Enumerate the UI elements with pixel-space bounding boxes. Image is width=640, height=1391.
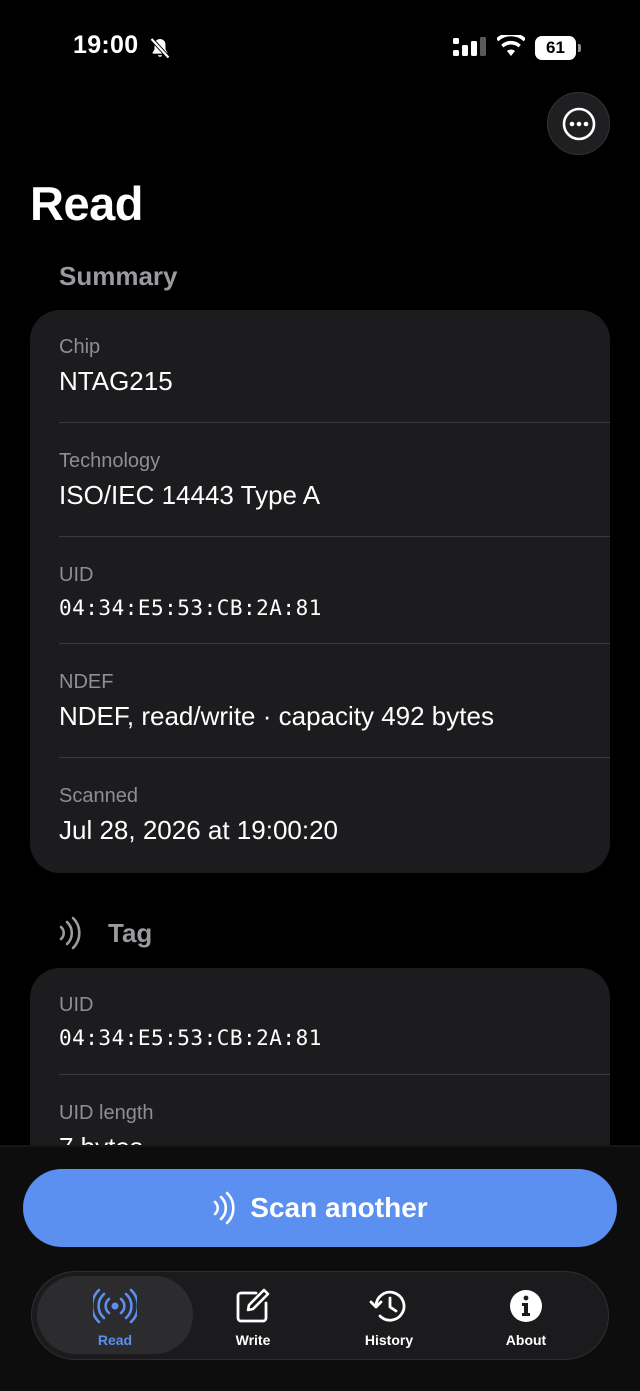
tab-label: History xyxy=(364,1332,414,1348)
row-value: ISO/IEC 14443 Type A xyxy=(59,480,321,510)
row-value: NTAG215 xyxy=(59,366,173,396)
square-pencil-icon xyxy=(236,1288,270,1323)
scan-another-label: Scan another xyxy=(250,1192,428,1223)
row-label: Technology xyxy=(59,450,161,472)
nfc-waves-icon xyxy=(213,1191,235,1225)
screen: 19:00 61 Read Summary Chip NTAG215 Techn… xyxy=(0,0,640,1391)
tab-label: Read xyxy=(97,1332,133,1348)
more-options-button[interactable] xyxy=(547,92,610,155)
row-label: Chip xyxy=(59,336,101,358)
row-label: UID length xyxy=(59,1102,154,1124)
row-value: NDEF, read/write · capacity 492 bytes xyxy=(59,701,494,731)
battery-indicator: 61 xyxy=(535,36,581,60)
tab-read[interactable]: Read xyxy=(37,1276,193,1354)
summary-card: Chip NTAG215 Technology ISO/IEC 14443 Ty… xyxy=(30,310,610,873)
wifi-icon xyxy=(497,35,525,56)
clock-history-icon xyxy=(369,1290,406,1322)
cellular-signal-icon xyxy=(453,37,486,56)
uid-value: 04:34:E5:53:CB:2A:81 xyxy=(59,1026,322,1050)
tag-section-header: Tag xyxy=(58,916,152,950)
tag-section-title: Tag xyxy=(108,917,153,948)
uid-value: 04:34:E5:53:CB:2A:81 xyxy=(59,596,322,620)
row-label: UID xyxy=(59,564,94,586)
tab-label: Write xyxy=(235,1332,271,1348)
battery-level: 61 xyxy=(546,38,565,57)
status-time: 19:00 xyxy=(73,31,139,59)
tab-write[interactable]: Write xyxy=(185,1272,321,1358)
ellipsis-circle-icon xyxy=(562,107,595,140)
page-title: Read xyxy=(30,177,143,230)
summary-section-title: Summary xyxy=(59,261,178,291)
divider xyxy=(59,422,610,423)
row-label: UID xyxy=(59,994,94,1016)
nfc-read-icon xyxy=(93,1288,137,1324)
tab-history[interactable]: History xyxy=(321,1272,457,1358)
bell-slash-icon xyxy=(150,37,170,59)
divider xyxy=(59,757,610,758)
scan-another-button[interactable]: Scan another xyxy=(23,1169,617,1247)
divider xyxy=(59,1074,610,1075)
row-label: Scanned xyxy=(59,785,138,807)
row-label: NDEF xyxy=(59,671,114,693)
tab-about[interactable]: About xyxy=(458,1272,594,1358)
status-bar: 19:00 61 xyxy=(0,0,640,96)
row-value: Jul 28, 2026 at 19:00:20 xyxy=(59,815,339,845)
divider xyxy=(59,536,610,537)
divider xyxy=(59,643,610,644)
info-circle-icon xyxy=(510,1290,542,1322)
tab-label: About xyxy=(505,1332,547,1348)
tab-bar: Read Write History About xyxy=(31,1271,609,1360)
nfc-waves-icon xyxy=(59,916,81,950)
